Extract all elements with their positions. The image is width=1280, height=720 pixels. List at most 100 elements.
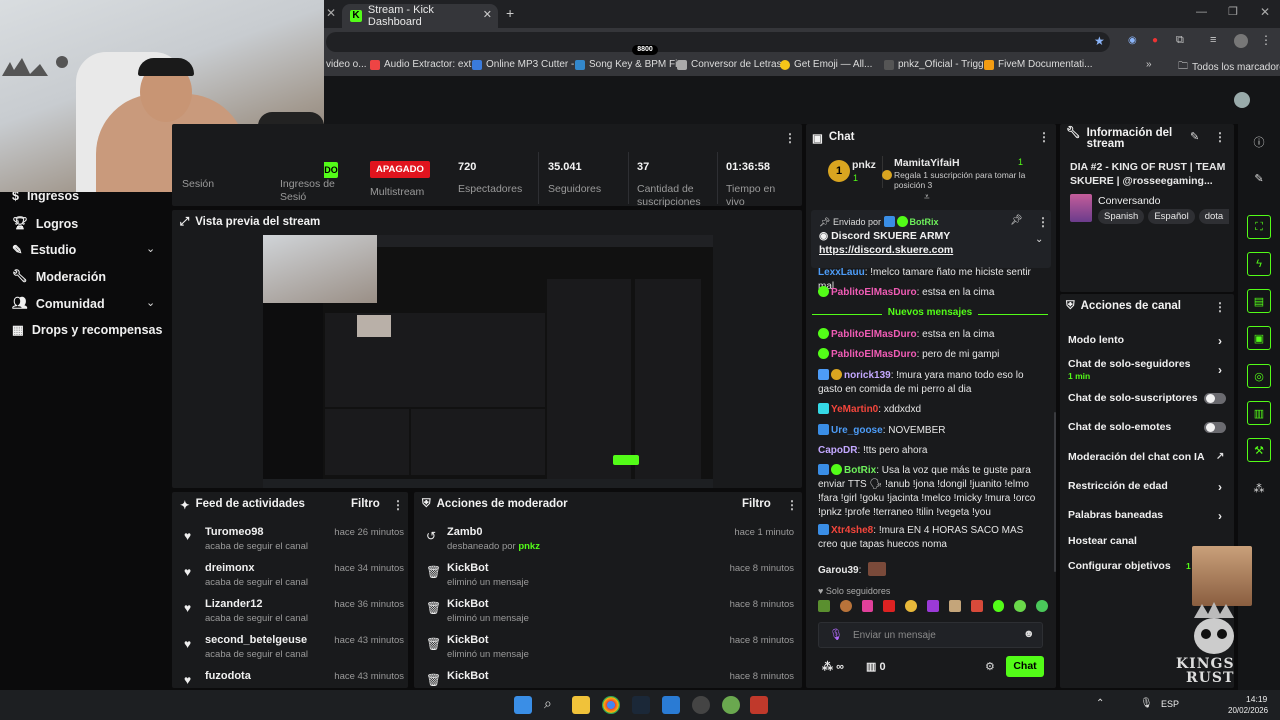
expand-pinned-icon[interactable]: ⌄ bbox=[1035, 234, 1043, 245]
tab-stream-dashboard[interactable]: K Stream - Kick Dashboard ✕ bbox=[342, 4, 498, 28]
address-input[interactable] bbox=[326, 32, 1110, 52]
mod-menu-icon[interactable]: ⋮ bbox=[786, 498, 798, 512]
chat-username[interactable]: Xtr4she8 bbox=[831, 525, 873, 536]
nav-item-logros[interactable]: 🏆︎ Logros bbox=[12, 216, 78, 231]
language-indicator[interactable]: ESP bbox=[1161, 699, 1179, 709]
emote-icon[interactable] bbox=[1014, 600, 1027, 612]
channel-action-row[interactable]: Palabras baneadas › bbox=[1068, 509, 1230, 523]
bookmark-item[interactable]: pnkz_Oficial - Trigg... bbox=[884, 59, 992, 70]
chevron-right-icon[interactable]: › bbox=[1218, 509, 1222, 523]
chevron-down-icon[interactable]: ⌄ bbox=[146, 296, 155, 309]
chat-settings-icon[interactable]: ⚙ bbox=[985, 660, 995, 673]
more-bookmarks-icon[interactable]: » bbox=[1146, 59, 1152, 70]
steam-icon[interactable] bbox=[632, 696, 650, 714]
bookmark-item[interactable]: video o... bbox=[326, 59, 367, 70]
chevron-down-icon[interactable]: ⌄ bbox=[146, 242, 155, 255]
chat-username[interactable]: Ure_goose bbox=[831, 425, 883, 436]
channel-action-row[interactable]: Chat de solo-suscriptores bbox=[1068, 392, 1230, 404]
chat-message[interactable]: norick139: !mura yara mano todo eso lo g… bbox=[818, 369, 1044, 397]
nav-item-comunidad[interactable]: 👥︎ Comunidad bbox=[12, 296, 105, 311]
profile-avatar[interactable] bbox=[1234, 34, 1248, 48]
fullscreen-icon[interactable]: ⛶ bbox=[1247, 215, 1271, 239]
media-control-icon[interactable]: ≡ bbox=[1210, 34, 1216, 46]
chat-message[interactable]: Xtr4she8: !mura EN 4 HORAS SACO MAS creo… bbox=[818, 524, 1044, 552]
close-tab-icon[interactable]: ✕ bbox=[326, 6, 336, 20]
mod-action-row[interactable]: 🗑︎ KickBot eliminó un mensaje hace 8 minut… bbox=[422, 598, 794, 633]
chat-message[interactable]: PablitoElMasDuro: estsa en la cima bbox=[818, 286, 1044, 300]
chat-menu-icon[interactable]: ⋮ bbox=[1038, 130, 1050, 144]
channel-action-row[interactable]: Chat de solo-seguidores 1 min › bbox=[1068, 358, 1230, 381]
new-tab-icon[interactable]: + bbox=[506, 5, 514, 21]
feed-row[interactable]: ♥ dreimonx acaba de seguir el canal hace 34… bbox=[180, 562, 404, 597]
chrome-menu-icon[interactable]: ⋮ bbox=[1260, 33, 1272, 47]
nav-item-moderacion[interactable]: 🔧︎ Moderación bbox=[12, 269, 106, 284]
info-icon[interactable]: ⓘ bbox=[1247, 130, 1271, 154]
feed-row[interactable]: ♥ fuzodota hace 43 minutos bbox=[180, 670, 404, 688]
game-icon[interactable] bbox=[750, 696, 768, 714]
category-name[interactable]: Conversando bbox=[1098, 195, 1160, 207]
layout-icon[interactable]: ▥ bbox=[1247, 401, 1271, 425]
chat-message[interactable]: PablitoElMasDuro: pero de mi gampi bbox=[818, 348, 1044, 362]
tag[interactable]: dota bbox=[1198, 209, 1230, 224]
bookmark-item[interactable]: Get Emoji — All... bbox=[780, 59, 872, 70]
emote-icon[interactable] bbox=[992, 600, 1005, 612]
document-icon[interactable]: ▤ bbox=[1247, 289, 1271, 313]
mod-action-row[interactable]: 🗑︎ KickBot eliminó un mensaje hace 8 minut… bbox=[422, 634, 794, 669]
broadcast-icon[interactable]: ◎ bbox=[1247, 364, 1271, 388]
bookmark-item[interactable]: Online MP3 Cutter -... bbox=[472, 59, 583, 70]
bookmark-item[interactable]: Song Key & BPM Fi... bbox=[575, 59, 686, 70]
app-icon[interactable] bbox=[722, 696, 740, 714]
chat-message[interactable]: YeMartin0: xddxdxd bbox=[818, 403, 1044, 417]
extension-audio-icon[interactable]: ◉ bbox=[1128, 35, 1137, 46]
close-tab-icon[interactable]: ✕ bbox=[483, 8, 492, 21]
chat-username[interactable]: YeMartin0 bbox=[831, 404, 878, 415]
chat-bubble-icon[interactable]: ▣ bbox=[1247, 326, 1271, 350]
feed-menu-icon[interactable]: ⋮ bbox=[392, 498, 404, 512]
chevron-right-icon[interactable]: › bbox=[1218, 363, 1222, 377]
chat-box-count[interactable]: ▥ 0 bbox=[866, 660, 886, 673]
chat-username[interactable]: PablitoElMasDuro bbox=[831, 329, 917, 340]
mod-filter-button[interactable]: Filtro bbox=[742, 498, 771, 510]
emote-icon[interactable] bbox=[905, 600, 918, 612]
community-icon[interactable]: ⁂ bbox=[1247, 476, 1271, 500]
bookmark-item[interactable]: Conversor de Letras... bbox=[677, 59, 790, 70]
stats-menu-icon[interactable]: ⋮ bbox=[784, 131, 796, 145]
feed-row[interactable]: ♥ Turomeo98 acaba de seguir el canal hace 2… bbox=[180, 526, 404, 561]
nav-item-estudio[interactable]: ✎ Estudio bbox=[12, 242, 76, 258]
emote-icon[interactable] bbox=[927, 600, 939, 612]
mic-icon[interactable]: 🎙︎ bbox=[829, 628, 843, 641]
bookmark-star-icon[interactable]: ★ bbox=[1094, 34, 1105, 48]
chat-username[interactable]: Garou39 bbox=[818, 565, 859, 576]
chevron-right-icon[interactable]: › bbox=[1218, 334, 1222, 348]
tray-chevron-icon[interactable]: ⌃ bbox=[1096, 698, 1104, 709]
user-avatar[interactable] bbox=[1234, 92, 1250, 108]
mod-action-row[interactable]: 🗑︎ KickBot eliminó un mensaje hace 8 minut… bbox=[422, 562, 794, 597]
emote-icon[interactable] bbox=[818, 600, 830, 612]
stream-preview-video[interactable] bbox=[263, 235, 713, 488]
unpin-icon[interactable]: 📌︎ bbox=[1010, 215, 1023, 226]
chat-username[interactable]: norick139 bbox=[844, 370, 891, 381]
chevron-right-icon[interactable]: › bbox=[1218, 480, 1222, 494]
emote-icon[interactable] bbox=[861, 600, 874, 612]
extensions-icon[interactable]: ⧉ bbox=[1176, 34, 1184, 47]
chat-message[interactable]: BotRix: Usa la voz que más te guste para… bbox=[818, 464, 1044, 520]
toggle-switch[interactable] bbox=[1204, 422, 1226, 433]
info-menu-icon[interactable]: ⋮ bbox=[1214, 130, 1226, 144]
channel-action-row[interactable]: Chat de solo-emotes bbox=[1068, 421, 1230, 433]
chat-username[interactable]: BotRix bbox=[844, 465, 876, 476]
chat-message[interactable]: Ure_goose: NOVEMBER bbox=[818, 424, 1044, 438]
file-explorer-icon[interactable] bbox=[572, 696, 590, 714]
collapse-chevron-icon[interactable]: ⩡ bbox=[924, 192, 930, 203]
nav-item-drops[interactable]: ▦ Drops y recompensas bbox=[12, 322, 162, 338]
mic-tray-icon[interactable]: 🎙︎ bbox=[1140, 698, 1153, 709]
chat-username[interactable]: PablitoElMasDuro bbox=[831, 287, 917, 298]
tag[interactable]: Spanish bbox=[1098, 209, 1145, 224]
emote-icon[interactable] bbox=[970, 600, 983, 612]
pinned-link[interactable]: https://discord.skuere.com bbox=[819, 244, 953, 256]
chrome-icon[interactable] bbox=[602, 696, 620, 714]
clock-time[interactable]: 14:19 bbox=[1246, 694, 1267, 704]
minimize-icon[interactable]: — bbox=[1196, 6, 1207, 18]
toggle-switch[interactable] bbox=[1204, 393, 1226, 404]
lightning-icon[interactable]: ϟ bbox=[1247, 252, 1271, 276]
obs-icon[interactable] bbox=[692, 696, 710, 714]
